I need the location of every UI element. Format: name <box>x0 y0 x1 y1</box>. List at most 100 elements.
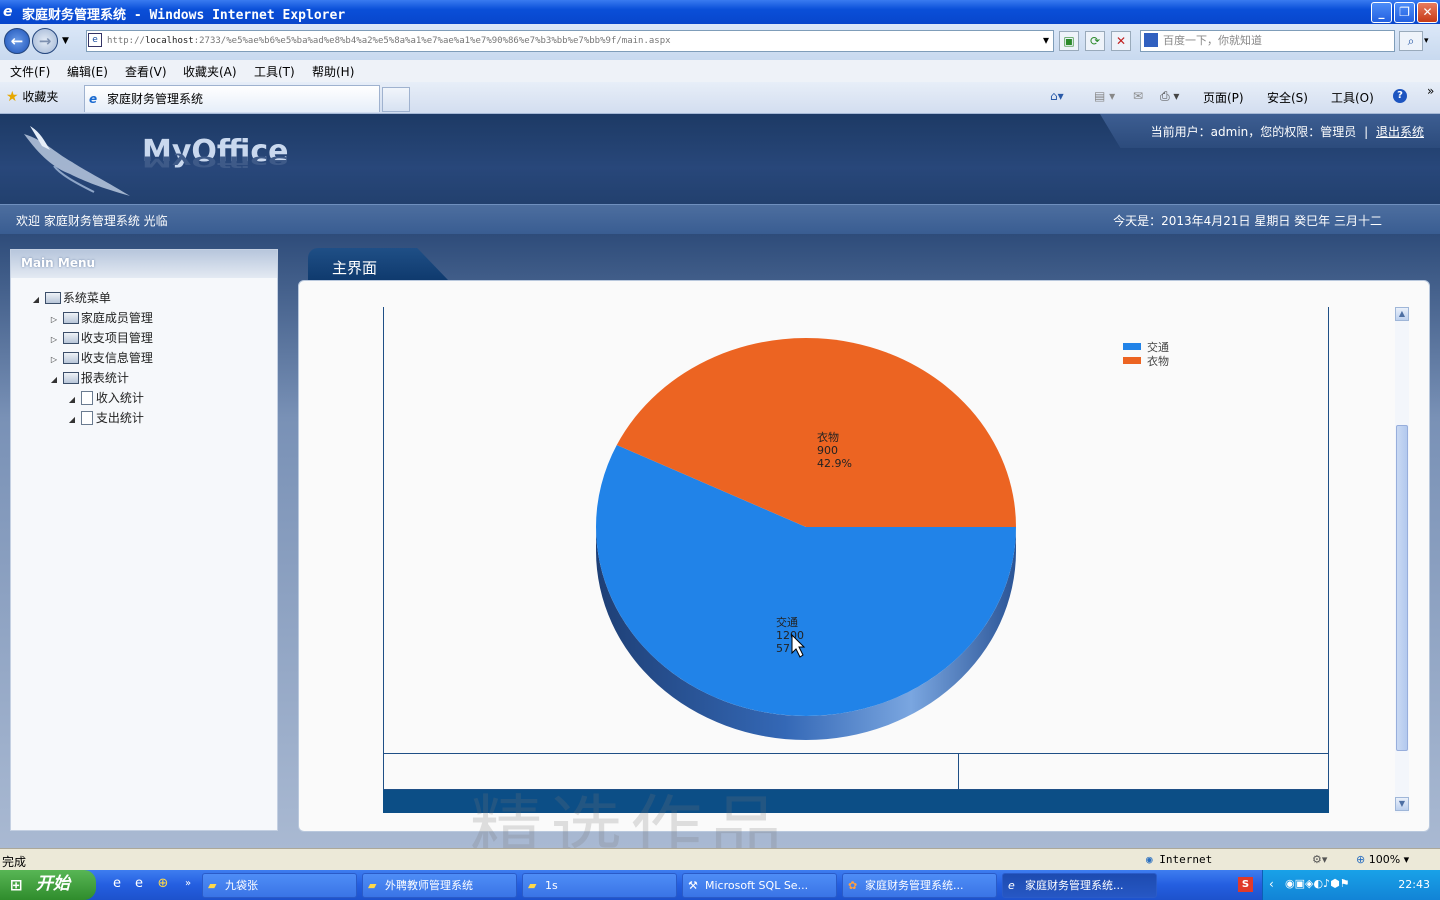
quicklaunch-more-icon[interactable]: » <box>180 876 196 892</box>
tab-main-label: 主界面 <box>332 259 378 277</box>
tools-menu[interactable]: 工具(O) <box>1331 89 1374 106</box>
legend-item: 衣物 <box>1123 355 1169 369</box>
safety-menu[interactable]: 安全(S) <box>1267 89 1308 106</box>
taskbar-button[interactable]: ▰ 九袋张 <box>202 873 357 898</box>
page-icon: e <box>88 33 102 47</box>
url-field[interactable]: http://localhost:2733/%e5%ae%b6%e5%ba%ad… <box>86 30 1054 52</box>
logout-link[interactable]: 退出系统 <box>1376 125 1424 139</box>
back-button[interactable]: ← <box>4 28 30 54</box>
taskbar-button-active[interactable]: e 家庭财务管理系统... <box>1002 873 1157 898</box>
pie-chart: 衣物 900 42.9% 交通 1200 57 <box>596 337 1016 740</box>
system-tray: ‹ ◉▣◈◐♪⬢⚑ 22:43 <box>1262 870 1440 900</box>
folder-icon: ▰ <box>368 879 377 892</box>
tab-main[interactable]: 主界面 <box>308 248 448 280</box>
mail-icon[interactable]: ✉ <box>1133 89 1143 103</box>
taskbar: ⊞ 开始 e e ⊕ » ▰ 九袋张 ▰ 外聘教师管理系统 ▰ 1s ⚒ Microso… <box>0 870 1440 900</box>
tray-icons[interactable]: ◉▣◈◐♪⬢⚑ <box>1285 877 1350 890</box>
chevron-more-icon[interactable]: » <box>1427 84 1434 98</box>
protected-mode-icon[interactable]: ⚙▾ <box>1312 853 1327 866</box>
history-dropdown-icon[interactable]: ▼ <box>62 36 69 46</box>
taskbar-button[interactable]: ▰ 1s <box>522 873 677 898</box>
tab-title: 家庭财务管理系统 <box>107 92 204 106</box>
taskbar-button[interactable]: ▰ 外聘教师管理系统 <box>362 873 517 898</box>
search-input[interactable]: 百度一下，你就知道 <box>1140 30 1395 52</box>
legend-swatch <box>1123 357 1141 364</box>
leaf-icon: ◢ <box>68 415 76 424</box>
tab-active[interactable]: e 家庭财务管理系统 <box>84 85 380 112</box>
tree-item-income-stats[interactable]: ◢ 收入统计 <box>67 389 144 407</box>
menu-tools[interactable]: 工具(T) <box>254 63 295 80</box>
collapse-icon[interactable]: ◢ <box>49 371 59 389</box>
taskbar-label: 家庭财务管理系统... <box>1025 879 1124 892</box>
folder-icon <box>62 332 79 344</box>
url-prefix: http:// <box>107 36 145 46</box>
page-icon <box>80 411 93 425</box>
start-button[interactable]: ⊞ 开始 <box>0 870 96 900</box>
quicklaunch-ie2-icon[interactable]: e <box>131 876 147 892</box>
print-icon[interactable]: ⎙ ▾ <box>1160 89 1179 104</box>
legend-label: 衣物 <box>1147 355 1169 368</box>
menu-edit[interactable]: 编辑(E) <box>67 63 108 80</box>
menu-favorites[interactable]: 收藏夹(A) <box>183 63 237 80</box>
minimize-button[interactable]: _ <box>1371 2 1392 23</box>
collapse-icon[interactable]: ◢ <box>31 291 41 309</box>
expand-icon[interactable]: ▷ <box>49 331 59 349</box>
slice-label-name-0: 交通 <box>776 615 798 629</box>
clock: 22:43 <box>1398 878 1430 891</box>
scroll-up-icon[interactable]: ▲ <box>1395 307 1409 321</box>
window-titlebar[interactable]: e 家庭财务管理系统 - Windows Internet Explorer _… <box>0 0 1440 24</box>
search-options-icon[interactable]: ▾ <box>1424 36 1429 46</box>
help-icon[interactable]: ? <box>1393 89 1407 103</box>
bird-logo-icon <box>24 126 130 196</box>
url-dropdown-icon[interactable]: ▾ <box>1036 31 1056 51</box>
user-info: 当前用户：admin，您的权限：管理员 | 退出系统 <box>1150 125 1424 139</box>
menu-view[interactable]: 查看(V) <box>125 63 167 80</box>
folder-icon <box>62 312 79 324</box>
scroll-thumb[interactable] <box>1396 425 1408 751</box>
vertical-scrollbar[interactable]: ▲ ▼ <box>1395 307 1409 813</box>
tree-item-income-expense-info[interactable]: ▷ 收支信息管理 <box>49 349 153 367</box>
tree-item-system-menu[interactable]: ◢ 系统菜单 <box>31 289 111 307</box>
scroll-down-icon[interactable]: ▼ <box>1395 797 1409 811</box>
refresh-icon[interactable]: ⟳ <box>1085 31 1105 51</box>
taskbar-label: 1s <box>545 879 558 892</box>
start-label: 开始 <box>36 874 70 894</box>
tree-item-expense-stats[interactable]: ◢ 支出统计 <box>67 409 144 427</box>
new-tab-button[interactable] <box>382 87 410 112</box>
search-icon[interactable]: ⌕ <box>1399 31 1423 51</box>
site-header: MyOffice MyOffice 当前用户：admin，您的权限：管理员 | … <box>0 114 1440 204</box>
taskbar-button[interactable]: ✿ 家庭财务管理系统... <box>842 873 997 898</box>
folder-icon: ▰ <box>208 879 217 892</box>
quicklaunch-ie-icon[interactable]: e <box>109 876 125 892</box>
close-button[interactable]: ✕ <box>1417 2 1438 23</box>
page-menu[interactable]: 页面(P) <box>1203 89 1244 106</box>
menu-file[interactable]: 文件(F) <box>10 63 50 80</box>
tab-ie-icon: e <box>89 92 98 106</box>
input-method-icon[interactable]: S <box>1238 877 1253 892</box>
tree-label: 支出统计 <box>95 411 144 425</box>
content-panel: 衣物 900 42.9% 交通 1200 57 交通 衣物 ▲ ▼ <box>298 280 1430 832</box>
slice-label-value-1: 900 <box>817 444 838 457</box>
tree-item-family-members[interactable]: ▷ 家庭成员管理 <box>49 309 153 327</box>
slice-label-percent-1: 42.9% <box>817 457 852 470</box>
favorites-button[interactable]: ★ 收藏夹 <box>6 88 58 105</box>
tree-item-income-expense-items[interactable]: ▷ 收支项目管理 <box>49 329 153 347</box>
menu-help[interactable]: 帮助(H) <box>312 63 354 80</box>
expand-icon[interactable]: ▷ <box>49 311 59 329</box>
zoom-icon: ⊕ <box>1356 853 1366 866</box>
slice-label-value-0: 1200 <box>776 629 804 642</box>
tree-label: 系统菜单 <box>62 291 111 305</box>
zoom-control[interactable]: ⊕ 100% ▾ <box>1356 853 1409 866</box>
tree-item-reports[interactable]: ◢ 报表统计 <box>49 369 129 387</box>
compat-view-icon[interactable]: ▣ <box>1059 31 1079 51</box>
tray-arrow-icon[interactable]: ‹ <box>1269 877 1274 891</box>
taskbar-label: 九袋张 <box>225 879 258 892</box>
feeds-icon[interactable]: ▤ ▾ <box>1094 89 1115 103</box>
forward-button[interactable]: → <box>32 28 58 54</box>
quicklaunch-plus-icon[interactable]: ⊕ <box>155 876 171 892</box>
stop-icon[interactable]: ✕ <box>1111 31 1131 51</box>
home-icon[interactable]: ⌂▾ <box>1050 89 1064 103</box>
taskbar-button[interactable]: ⚒ Microsoft SQL Se... <box>682 873 837 898</box>
restore-button[interactable]: ❐ <box>1394 2 1415 23</box>
expand-icon[interactable]: ▷ <box>49 351 59 369</box>
